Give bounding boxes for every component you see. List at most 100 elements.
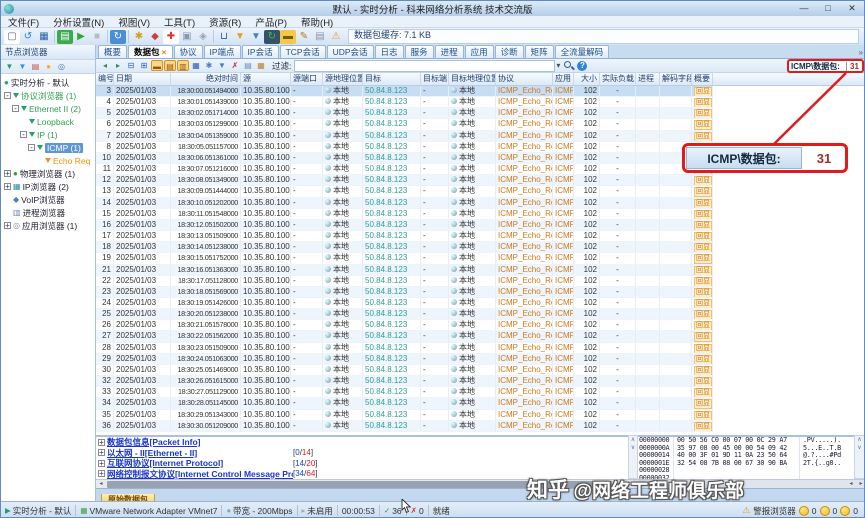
packet-row-33[interactable]: 332025/01/0318:30:27.05112900010.35.80.1… <box>96 387 713 398</box>
tab-application[interactable]: 应用 <box>465 45 494 58</box>
summary-tag[interactable]: 回显 <box>694 399 712 408</box>
hex-row[interactable]: 0000001E32 54 08 7B 08 00 67 30 90 BA2T.… <box>638 460 854 468</box>
tab-ip-endpoint[interactable]: IP端点 <box>204 45 241 58</box>
packet-row-32[interactable]: 322025/01/0318:30:26.05161500010.35.80.1… <box>96 376 713 387</box>
notes-icon[interactable]: ▤ <box>242 60 254 71</box>
column-header-date[interactable]: 日期 <box>114 73 171 85</box>
packet-row-11[interactable]: 112025/01/0318:30:07.05121600010.35.80.1… <box>96 164 713 175</box>
analysis-settings-icon[interactable]: ✱ <box>131 30 147 44</box>
column-header-dst[interactable]: 目标 <box>363 73 421 85</box>
tree-realtime-analysis[interactable]: ●实时分析 - 默认 <box>1 76 95 89</box>
tree-process-explorer[interactable]: ▥进程浏览器 <box>1 206 95 219</box>
packet-row-8[interactable]: 82025/01/0318:30:05.05115700010.35.80.10… <box>96 142 713 153</box>
collapse-icon[interactable]: - <box>4 92 11 99</box>
summary-tag[interactable]: 回显 <box>694 288 712 297</box>
tree-ip[interactable]: -IP (1) <box>1 128 95 141</box>
packet-row-23[interactable]: 232025/01/0318:30:18.05156900010.35.80.1… <box>96 287 713 298</box>
packet-filter-icon[interactable]: ▼ <box>216 60 228 71</box>
open-icon[interactable]: ↺ <box>20 30 36 44</box>
packet-row-7[interactable]: 72025/01/0318:30:04.05135900010.35.80.10… <box>96 131 713 142</box>
summary-tag[interactable]: 回显 <box>694 411 712 420</box>
column-header-no[interactable]: 编号 <box>96 73 114 85</box>
summary-tag[interactable]: 回显 <box>694 120 712 129</box>
tree-echo-req[interactable]: Echo Req <box>1 154 95 167</box>
menu-item-1[interactable]: 分析设置(N) <box>46 15 111 29</box>
edit-pen-icon[interactable]: ✎ <box>296 30 312 44</box>
packet-row-12[interactable]: 122025/01/0318:30:08.05134900010.35.80.1… <box>96 175 713 186</box>
tab-packets[interactable]: 数据包× <box>128 45 172 58</box>
stop-capture-icon[interactable]: ■ <box>89 30 105 44</box>
tree-ip-explorer[interactable]: +▦IP浏览器 (2) <box>1 180 95 193</box>
alarm-warning-icon[interactable]: ⚠ <box>328 30 344 44</box>
expand-icon[interactable]: + <box>98 460 105 467</box>
packet-row-25[interactable]: 252025/01/0318:30:20.05123800010.35.80.1… <box>96 309 713 320</box>
tab-scroll-icon[interactable]: » <box>859 48 863 57</box>
column-header-src[interactable]: 源 <box>241 73 291 85</box>
report-icon[interactable]: ▤ <box>312 30 328 44</box>
summary-tag[interactable]: 回显 <box>694 366 712 375</box>
summary-tag[interactable]: 回显 <box>694 132 712 141</box>
summary-tag[interactable]: 回显 <box>694 266 712 275</box>
search-icon[interactable] <box>564 61 574 71</box>
column-header-proto[interactable]: 协议 <box>496 73 553 85</box>
hex-scroll-left-icon[interactable]: ◂ <box>846 480 856 488</box>
summary-tag[interactable]: 回显 <box>694 321 712 330</box>
packet-row-14[interactable]: 142025/01/0318:30:10.05120200010.35.80.1… <box>96 198 713 209</box>
next-packet-icon[interactable]: ▸ <box>112 60 124 71</box>
hex-scroll-right-icon[interactable]: ▸ <box>856 480 865 488</box>
tab-matrix[interactable]: 矩阵 <box>525 45 554 58</box>
packet-row-15[interactable]: 152025/01/0318:30:11.05154800010.35.80.1… <box>96 209 713 220</box>
column-header-payload[interactable]: 实际负载 <box>600 73 636 85</box>
summary-tag[interactable]: 回显 <box>694 355 712 364</box>
summary-tag[interactable]: 回显 <box>694 254 712 263</box>
summary-tag[interactable]: 回显 <box>694 187 712 196</box>
scroll-left-icon[interactable]: ◂ <box>96 480 106 488</box>
packet-row-17[interactable]: 172025/01/0318:30:13.05150900010.35.80.1… <box>96 231 713 242</box>
filter-dock-icon[interactable]: ⊔ <box>216 30 232 44</box>
tree-physical-explorer[interactable]: +●物理浏览器 (1) <box>1 167 95 180</box>
diagnosis-icon[interactable]: ✚ <box>163 30 179 44</box>
summary-tag[interactable]: 回显 <box>694 98 712 107</box>
tree-app-explorer[interactable]: +◎应用浏览器 (1) <box>1 219 95 232</box>
packet-row-22[interactable]: 222025/01/0318:30:17.05112800010.35.80.1… <box>96 276 713 287</box>
view-decode-icon[interactable]: ▤ <box>164 60 176 71</box>
column-header-sgeo[interactable]: 源地理位置 <box>323 73 363 85</box>
display-format-icon[interactable]: ✱ <box>203 60 215 71</box>
packet-row-13[interactable]: 132025/01/0318:30:09.05144400010.35.80.1… <box>96 186 713 197</box>
expand-icon[interactable]: + <box>4 183 11 190</box>
column-header-decode[interactable]: 解码字段 <box>660 73 692 85</box>
tree-loopback[interactable]: Loopback <box>1 115 95 128</box>
packet-row-19[interactable]: 192025/01/0318:30:15.05175200010.35.80.1… <box>96 253 713 264</box>
expand-all-icon[interactable]: ⊞ <box>138 60 150 71</box>
packet-row-36[interactable]: 362025/01/0318:30:30.05120900010.35.80.1… <box>96 421 713 432</box>
column-header-dport[interactable]: 目标端口 <box>421 73 449 85</box>
protocol-funnel-icon[interactable]: ▼ <box>4 61 15 72</box>
close-button[interactable]: ✕ <box>840 2 864 15</box>
alarm-browser-label[interactable]: 警报浏览器 <box>753 505 796 517</box>
hex-scrollbar[interactable]: ∧∨ <box>854 435 865 479</box>
filter-input[interactable] <box>294 60 555 72</box>
tab-tcp-conversation[interactable]: TCP会话 <box>280 45 326 58</box>
column-header-size[interactable]: 大小 <box>574 73 600 85</box>
menu-item-3[interactable]: 工具(T) <box>157 15 202 29</box>
prev-packet-icon[interactable]: ◂ <box>99 60 111 71</box>
summary-tag[interactable]: 回显 <box>694 221 712 230</box>
column-header-app[interactable]: 应用 <box>553 73 574 85</box>
alarm-explorer-icon[interactable]: ● <box>43 61 54 72</box>
packet-row-28[interactable]: 282025/01/0318:30:23.05150900010.35.80.1… <box>96 343 713 354</box>
tab-service[interactable]: 服务 <box>405 45 434 58</box>
packet-row-29[interactable]: 292025/01/0318:30:24.05106300010.35.80.1… <box>96 354 713 365</box>
save-icon[interactable]: ▦ <box>36 30 52 44</box>
minimize-button[interactable]: — <box>792 2 816 15</box>
address-funnel-icon[interactable]: ▼ <box>17 61 28 72</box>
expand-icon[interactable]: + <box>98 449 105 456</box>
summary-tag[interactable]: 回显 <box>694 422 712 431</box>
collapse-icon[interactable]: - <box>20 131 27 138</box>
relative-time-icon[interactable]: ✗ <box>229 60 241 71</box>
tree-icmp[interactable]: -ICMP (1) <box>1 141 95 154</box>
summary-tag[interactable]: 回显 <box>694 87 712 96</box>
summary-tag[interactable]: 回显 <box>694 299 712 308</box>
menu-item-5[interactable]: 产品(P) <box>248 15 294 29</box>
summary-tag[interactable]: 回显 <box>694 232 712 241</box>
maximize-button[interactable]: □ <box>816 2 840 15</box>
